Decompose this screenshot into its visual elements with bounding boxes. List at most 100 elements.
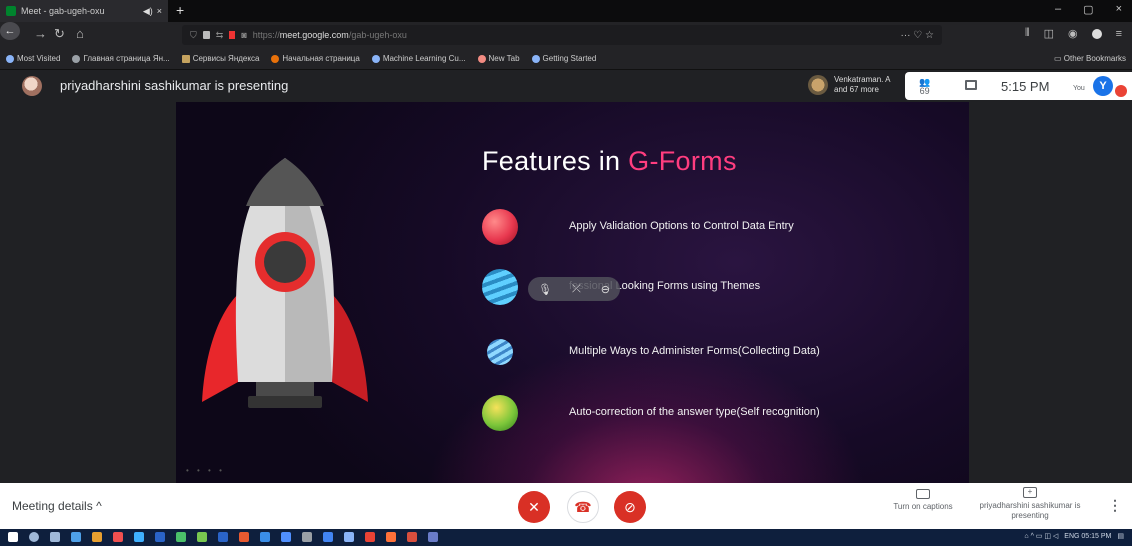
taskbar-app-icon[interactable] [281, 532, 291, 542]
notification-badge [1115, 85, 1127, 97]
system-tray: ⌂ ^ ▭ ◫ ◁ ENG 05:15 PM ▤ [1024, 532, 1124, 541]
bookmark-item[interactable]: Главная страница Ян... [72, 54, 170, 63]
taskbar-app-icon[interactable] [407, 532, 417, 542]
taskbar-app-icon[interactable] [113, 532, 123, 542]
feature-item: Apply Validation Options to Control Data… [482, 209, 794, 245]
meet-info-panel: 👥 69 5:15 PM You Y [905, 72, 1132, 100]
windows-taskbar: ⌂ ^ ▭ ◫ ◁ ENG 05:15 PM ▤ [0, 529, 1132, 546]
captions-icon [916, 489, 930, 499]
captions-label: Turn on captions [893, 502, 953, 511]
feature-item: fessional Looking Forms using Themes [482, 269, 760, 305]
striped-bullet-icon [487, 339, 513, 365]
new-tab-icon [477, 54, 486, 63]
extension-icon[interactable] [1091, 28, 1102, 39]
other-bookmarks[interactable]: ▭ Other Bookmarks [1054, 54, 1126, 63]
firefox-icon[interactable] [386, 532, 396, 542]
participant-more: and 67 more [834, 85, 879, 94]
presenting-banner: priyadharshini sashikumar is presenting [60, 78, 289, 93]
permissions-icon[interactable]: ⇆ [216, 30, 224, 41]
mic-toggle-button[interactable]: ✕ [518, 491, 550, 523]
taskbar-app-icon[interactable] [218, 532, 228, 542]
address-bar[interactable]: ⛉ ⇆ ◙ https://meet.google.com/gab-ugeh-o… [182, 25, 942, 45]
notifications-icon[interactable]: ▤ [1117, 532, 1124, 540]
taskbar-app-icon[interactable] [323, 532, 333, 542]
library-icon[interactable]: ⫴ [1025, 27, 1030, 40]
back-button[interactable]: ← [0, 22, 20, 40]
bookmark-item[interactable]: Getting Started [531, 54, 596, 63]
shield-icon: ⛉ [190, 29, 197, 40]
taskbar-app-icon[interactable] [344, 532, 354, 542]
more-options-icon[interactable]: ⋮ [1108, 497, 1122, 514]
url-actions[interactable]: ··· ♡ ☆ [901, 30, 934, 41]
new-tab-button[interactable]: + [176, 2, 184, 18]
globe-icon [72, 54, 81, 63]
tab-close-icon[interactable]: × [157, 6, 162, 17]
camera-toggle-button[interactable]: ⊘ [614, 491, 646, 523]
rocket-window [264, 241, 306, 283]
taskbar-app-icon[interactable] [71, 532, 81, 542]
presenter-avatar [22, 76, 42, 96]
task-view-icon[interactable] [50, 532, 60, 542]
bookmark-item[interactable]: New Tab [477, 54, 520, 63]
leave-call-button[interactable]: ☎ [567, 491, 599, 523]
presentation-status-button[interactable]: + priyadharshini sashikumar is presentin… [976, 487, 1084, 521]
taskbar-app-icon[interactable] [428, 532, 438, 542]
camera-permission-icon[interactable]: ◙ [241, 30, 246, 40]
minimize-icon[interactable]: – [1055, 3, 1061, 16]
tray-clock[interactable]: ENG 05:15 PM [1064, 533, 1111, 540]
chat-icon[interactable] [965, 80, 977, 90]
rocket-nose [246, 158, 324, 206]
taskbar-app-icon[interactable] [176, 532, 186, 542]
taskbar-app-icon[interactable] [155, 532, 165, 542]
search-icon[interactable] [29, 532, 39, 542]
people-button[interactable]: 👥 69 [919, 78, 930, 96]
taskbar-app-icon[interactable] [239, 532, 249, 542]
taskbar-app-icon[interactable] [260, 532, 270, 542]
people-count: 69 [919, 86, 930, 96]
maximize-icon[interactable]: ▢ [1083, 3, 1093, 16]
url-path: /gab-ugeh-oxu [348, 30, 407, 40]
feature-text: Multiple Ways to Administer Forms(Collec… [569, 345, 820, 357]
remove-icon[interactable]: ⊖ [601, 283, 610, 296]
captions-button[interactable]: Turn on captions [878, 489, 968, 511]
bookmark-item[interactable]: Machine Learning Cu... [371, 54, 466, 63]
mic-off-icon[interactable]: 🎙 [538, 283, 552, 296]
lock-icon [202, 31, 210, 39]
taskbar-app-icon[interactable] [197, 532, 207, 542]
network-icon[interactable]: ⌂ ^ ▭ ◫ ◁ [1024, 532, 1058, 540]
menu-icon[interactable]: ≡ [1116, 28, 1122, 40]
taskbar-app-icon[interactable] [365, 532, 375, 542]
browser-tab-strip: Meet - gab-ugeh-oxu ◀) × + – ▢ × [0, 0, 1132, 22]
user-avatar[interactable]: Y [1093, 76, 1113, 96]
slide-title: Features in G-Forms [482, 146, 737, 177]
forward-icon[interactable]: → [34, 26, 47, 41]
slide-title-accent: G-Forms [628, 146, 737, 176]
bookmark-item[interactable]: Сервисы Яндекса [181, 54, 259, 63]
chevron-up-icon: ^ [96, 499, 102, 513]
presentation-stage: Features in G-Forms Apply Validation Opt… [0, 102, 1132, 483]
globe-icon [531, 54, 540, 63]
taskbar-app-icon[interactable] [134, 532, 144, 542]
sidebar-icon[interactable]: ◫ [1044, 27, 1054, 40]
participants-summary[interactable]: Venkatraman. A and 67 more [808, 75, 890, 95]
browser-tab-meet[interactable]: Meet - gab-ugeh-oxu ◀) × [0, 0, 168, 22]
bookmark-icon [6, 54, 14, 63]
pin-off-icon[interactable]: ⤫ [572, 283, 581, 296]
taskbar-app-icon[interactable] [302, 532, 312, 542]
home-icon[interactable]: ⌂ [76, 26, 84, 41]
account-icon[interactable]: ◉ [1068, 27, 1078, 40]
taskbar-app-icon[interactable] [92, 532, 102, 542]
bookmark-item[interactable]: Most Visited [6, 54, 60, 63]
recording-indicator-icon [229, 31, 236, 39]
window-close-icon[interactable]: × [1116, 3, 1122, 16]
meeting-details-button[interactable]: Meeting details ^ [12, 499, 102, 513]
start-icon[interactable] [8, 532, 18, 542]
reload-icon[interactable]: ↻ [54, 26, 65, 42]
speaker-icon[interactable]: ◀) [143, 6, 153, 17]
camera-off-icon: ⊘ [624, 498, 636, 515]
participant-avatar [808, 75, 828, 95]
presentation-slide: Features in G-Forms Apply Validation Opt… [176, 102, 969, 483]
yandex-icon [271, 54, 280, 63]
meeting-clock: 5:15 PM [1001, 79, 1050, 94]
bookmark-item[interactable]: Начальная страница [271, 54, 360, 63]
